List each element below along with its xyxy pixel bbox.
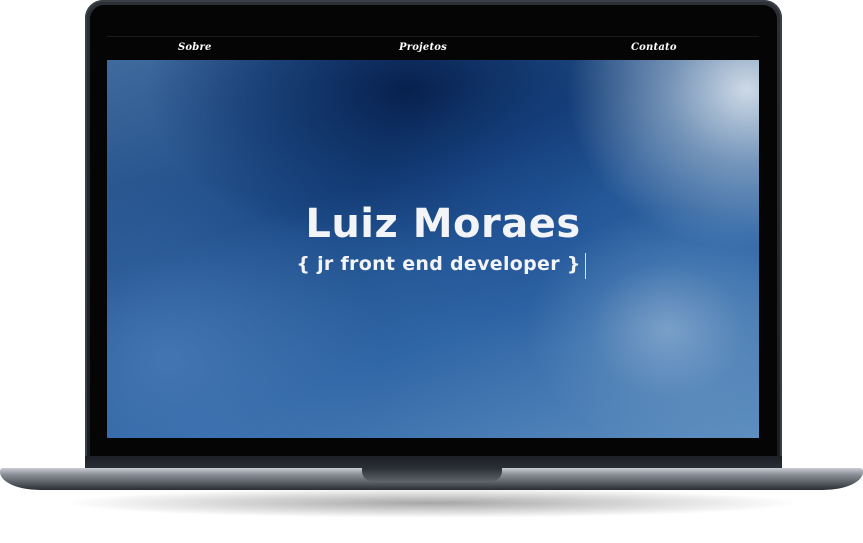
website-screen: Sobre Projetos Contato Luiz Moraes { jr … — [107, 36, 759, 438]
hero-name: Luiz Moraes — [305, 201, 581, 247]
laptop-shadow — [60, 488, 803, 518]
laptop-mockup: Sobre Projetos Contato Luiz Moraes { jr … — [0, 0, 863, 543]
nav-link-contato[interactable]: Contato — [631, 42, 677, 53]
hero-subtitle-row: { jr front end developer } — [107, 253, 759, 279]
nav-link-projetos[interactable]: Projetos — [399, 42, 447, 53]
nav-link-sobre[interactable]: Sobre — [178, 42, 212, 53]
hero-subtitle: { jr front end developer } — [296, 253, 581, 276]
navbar: Sobre Projetos Contato — [107, 36, 759, 61]
laptop-notch — [362, 468, 502, 481]
typing-caret — [584, 253, 586, 279]
hero-section: Luiz Moraes { jr front end developer } — [107, 60, 759, 438]
